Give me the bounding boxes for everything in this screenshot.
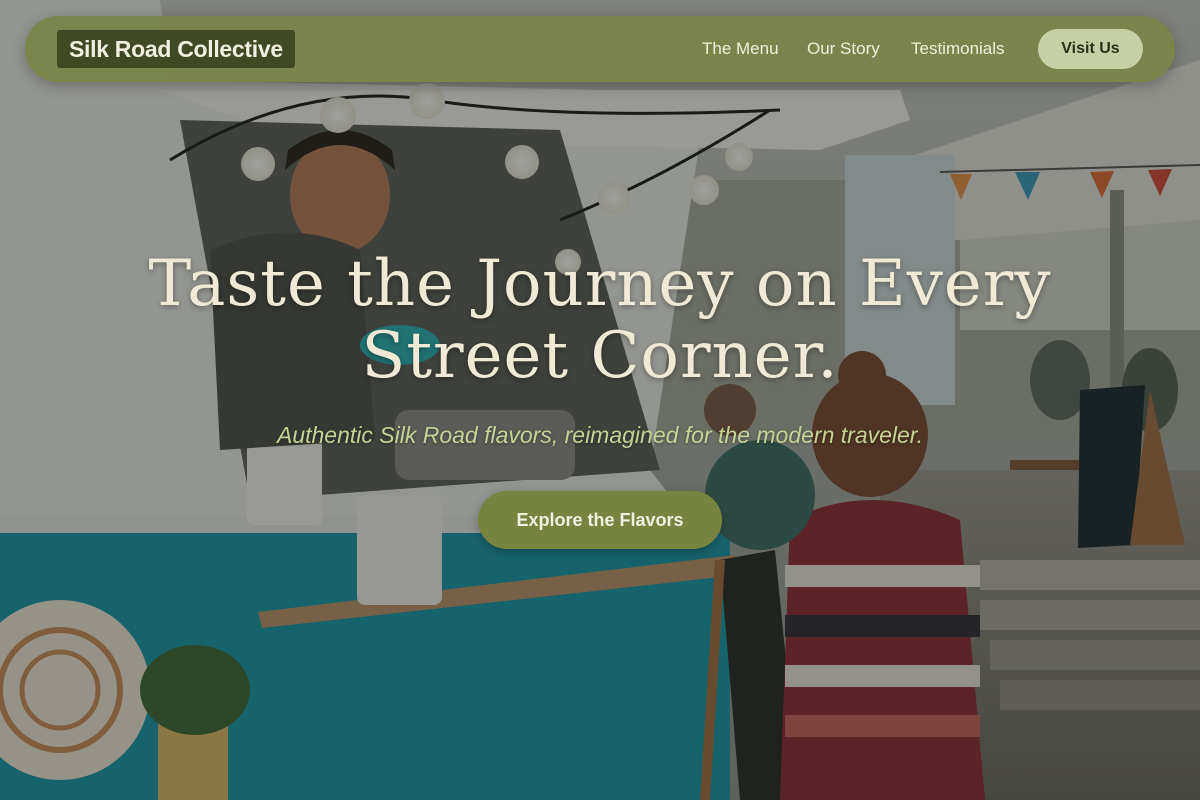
- brand-logo[interactable]: Silk Road Collective: [57, 30, 295, 68]
- explore-the-flavors-button[interactable]: Explore the Flavors: [478, 491, 722, 549]
- nav-link-testimonials[interactable]: Testimonials: [911, 38, 1005, 60]
- hero-overlay: [0, 0, 1200, 800]
- hero-subtitle: Authentic Silk Road flavors, reimagined …: [276, 422, 923, 448]
- nav-link-our-story[interactable]: Our Story: [807, 38, 880, 60]
- hero-title-line-2: Street Corner.: [361, 319, 839, 393]
- hero-title-line-1: Taste the Journey on Every: [148, 247, 1052, 321]
- visit-us-button[interactable]: Visit Us: [1038, 29, 1143, 69]
- top-navigation-bar: Silk Road Collective The Menu Our Story …: [25, 16, 1175, 82]
- hero-title: Taste the Journey on Every Street Corner…: [100, 248, 1100, 392]
- nav-link-the-menu[interactable]: The Menu: [702, 38, 779, 60]
